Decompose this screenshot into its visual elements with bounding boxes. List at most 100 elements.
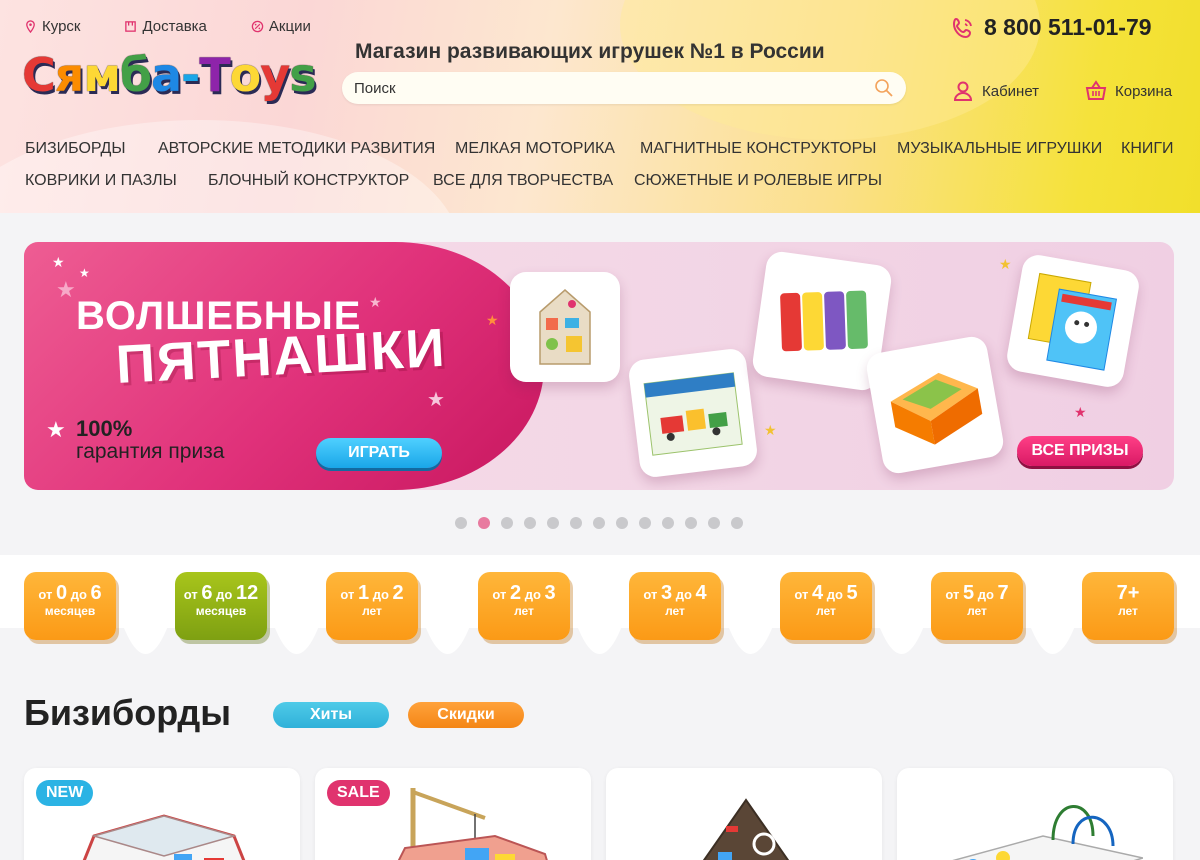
product-card[interactable] <box>606 768 882 860</box>
star-decoration: ★ <box>1074 404 1087 420</box>
topbar: Курск Доставка Акции <box>24 18 311 35</box>
nav-item-fine-motor[interactable]: МЕЛКАЯ МОТОРИКА <box>455 140 615 158</box>
carousel-dot[interactable] <box>524 517 536 529</box>
star-decoration: ★ <box>486 312 499 328</box>
carousel-dot[interactable] <box>662 517 674 529</box>
train-set-image <box>643 372 743 456</box>
age-range: от 4 до 5 <box>794 582 858 604</box>
nav-item-mats-puzzles[interactable]: КОВРИКИ И ПАЗЛЫ <box>25 172 177 190</box>
promo-link[interactable]: Акции <box>251 18 311 35</box>
tab-hits[interactable]: Хиты <box>273 702 389 728</box>
prize-card <box>627 347 759 479</box>
promo-label: Акции <box>268 18 311 35</box>
age-filter-button[interactable]: от 5 до 7 лет <box>931 572 1023 640</box>
banner-guarantee-pct: 100% <box>76 416 133 441</box>
nav-item-books[interactable]: КНИГИ <box>1121 140 1174 158</box>
logo-letter: С <box>22 48 56 102</box>
product-image <box>702 798 790 860</box>
promo-banner[interactable]: ★ ★ ★ ★ ★ ★ ★ ★ ★ ★ ВОЛШЕБНЫЕ ПЯТНАШКИ 1… <box>24 242 1174 490</box>
age-range: от 5 до 7 <box>945 582 1009 604</box>
site-tagline: Магазин развивающих игрушек №1 в России <box>355 40 825 63</box>
search-bar[interactable] <box>342 72 906 104</box>
carousel-dot[interactable] <box>501 517 513 529</box>
carousel-dot[interactable] <box>455 517 467 529</box>
product-card[interactable] <box>897 768 1173 860</box>
banner-guarantee-text: гарантия приза <box>76 440 225 463</box>
nav-item-magnetic[interactable]: МАГНИТНЫЕ КОНСТРУКТОРЫ <box>640 140 876 158</box>
books-image <box>1027 272 1118 371</box>
product-image <box>952 805 1143 860</box>
age-filter-button[interactable]: от 0 до 6 месяцев <box>24 572 116 640</box>
age-range: от 2 до 3 <box>492 582 556 604</box>
product-image <box>397 788 548 860</box>
age-unit: лет <box>514 604 534 618</box>
nav-item-block-constructor[interactable]: БЛОЧНЫЙ КОНСТРУКТОР <box>208 172 409 190</box>
site-header: Курск Доставка Акции Сямба-Toys Магазин … <box>0 0 1200 213</box>
prize-card <box>510 272 620 382</box>
star-decoration: ★ <box>999 256 1012 272</box>
logo-letter: y <box>260 48 290 102</box>
delivery-icon <box>125 21 137 32</box>
star-decoration: ★ <box>764 422 777 438</box>
star-decoration: ★ <box>79 266 90 280</box>
all-prizes-button[interactable]: ВСЕ ПРИЗЫ <box>1017 436 1143 466</box>
logo-letter: м <box>83 48 121 102</box>
nav-item-methods[interactable]: АВТОРСКИЕ МЕТОДИКИ РАЗВИТИЯ <box>158 140 435 158</box>
delivery-label: Доставка <box>142 18 207 35</box>
carousel-pagination <box>455 517 743 529</box>
section-title: Бизиборды <box>24 692 231 733</box>
prize-card <box>864 334 1006 476</box>
nav-item-role-games[interactable]: СЮЖЕТНЫЕ И РОЛЕВЫЕ ИГРЫ <box>634 172 882 190</box>
play-button[interactable]: ИГРАТЬ <box>316 438 442 468</box>
age-range: 7+ <box>1116 582 1140 604</box>
nav-item-creativity[interactable]: ВСЕ ДЛЯ ТВОРЧЕСТВА <box>433 172 613 190</box>
delivery-link[interactable]: Доставка <box>124 18 207 35</box>
age-filter-button[interactable]: от 6 до 12 месяцев <box>175 572 267 640</box>
product-card[interactable]: NEW <box>24 768 300 860</box>
kit-box-image <box>890 372 983 445</box>
header-decoration <box>0 120 460 213</box>
site-logo[interactable]: Сямба-Toys <box>22 48 317 102</box>
logo-letter: я <box>54 48 85 102</box>
age-filter-button[interactable]: 7+ лет <box>1082 572 1174 640</box>
age-filter-button[interactable]: от 1 до 2 лет <box>326 572 418 640</box>
product-card[interactable]: SALE <box>315 768 591 860</box>
star-decoration: ★ <box>46 417 66 442</box>
nav-item-musical[interactable]: МУЗЫКАЛЬНЫЕ ИГРУШКИ <box>897 140 1102 158</box>
logo-letter: а <box>151 48 182 102</box>
phone-icon <box>952 17 972 38</box>
carousel-dot[interactable] <box>570 517 582 529</box>
logo-letter: s <box>289 48 316 102</box>
cabinet-link[interactable]: Кабинет <box>952 80 1039 102</box>
search-icon[interactable] <box>874 78 894 98</box>
city-label: Курск <box>42 18 81 35</box>
logo-letter: б <box>119 48 152 102</box>
carousel-dot[interactable] <box>639 517 651 529</box>
age-unit: месяцев <box>44 604 96 618</box>
age-unit: лет <box>967 604 987 618</box>
logo-letter: o <box>229 48 262 102</box>
carousel-dot[interactable] <box>547 517 559 529</box>
prize-card <box>1004 252 1142 390</box>
logo-text-part1: Сямба <box>22 48 182 102</box>
carousel-dot[interactable] <box>708 517 720 529</box>
carousel-dot[interactable] <box>593 517 605 529</box>
nav-item-busyboards[interactable]: БИЗИБОРДЫ <box>25 140 126 158</box>
age-filter-button[interactable]: от 2 до 3 лет <box>478 572 570 640</box>
tab-sale[interactable]: Скидки <box>408 702 524 728</box>
carousel-dot[interactable] <box>731 517 743 529</box>
age-unit: месяцев <box>195 604 247 618</box>
age-range: от 0 до 6 <box>38 582 102 604</box>
logo-text-part2: Toys <box>199 48 316 102</box>
phone-number[interactable]: 8 800 511-01-79 <box>950 14 1152 41</box>
carousel-dot[interactable] <box>616 517 628 529</box>
age-filter-button[interactable]: от 4 до 5 лет <box>780 572 872 640</box>
city-selector[interactable]: Курск <box>24 18 80 35</box>
age-unit: лет <box>1118 604 1138 618</box>
carousel-dot[interactable] <box>478 517 490 529</box>
search-input[interactable] <box>354 79 874 97</box>
carousel-dot[interactable] <box>685 517 697 529</box>
cart-link[interactable]: Корзина <box>1085 80 1172 102</box>
age-filter-button[interactable]: от 3 до 4 лет <box>629 572 721 640</box>
basket-icon <box>1085 80 1107 100</box>
